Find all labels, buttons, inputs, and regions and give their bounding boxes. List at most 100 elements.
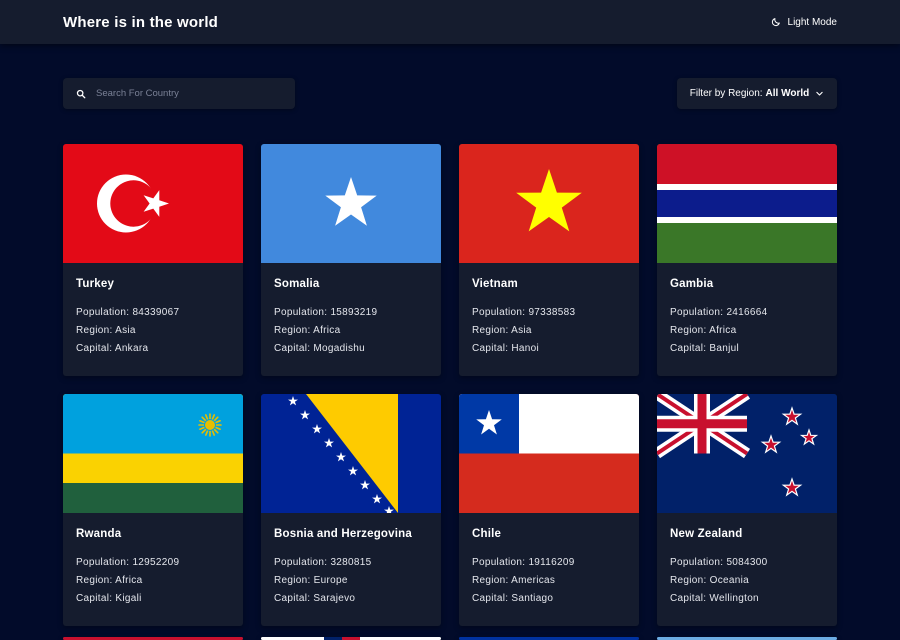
country-name: Bosnia and Herzegovina	[274, 528, 412, 540]
region-row: Region: Oceania	[670, 572, 824, 590]
region-filter-value: All World	[765, 88, 810, 99]
country-card[interactable]: Chile Population: 19116209 Region: Ameri…	[459, 394, 639, 626]
capital-label: Capital:	[76, 343, 113, 354]
population-row: Population: 19116209	[472, 554, 626, 572]
capital-value: Mogadishu	[313, 343, 366, 354]
region-value: Africa	[709, 325, 737, 336]
capital-row: Capital: Kigali	[76, 590, 230, 608]
region-label: Region:	[274, 575, 311, 586]
country-card[interactable]: New Zealand Population: 5084300 Region: …	[657, 394, 837, 626]
capital-row: Capital: Hanoi	[472, 340, 626, 358]
country-card[interactable]: Vietnam Population: 97338583 Region: Asi…	[459, 144, 639, 376]
app-title: Where is in the world	[63, 13, 219, 31]
region-label: Region:	[472, 325, 509, 336]
capital-row: Capital: Ankara	[76, 340, 230, 358]
region-label: Region:	[670, 575, 707, 586]
flag-turkey	[63, 144, 243, 263]
population-value: 12952209	[132, 557, 180, 568]
capital-label: Capital:	[472, 593, 509, 604]
population-label: Population:	[472, 557, 526, 568]
region-value: Asia	[115, 325, 136, 336]
capital-row: Capital: Wellington	[670, 590, 824, 608]
population-row: Population: 84339067	[76, 304, 230, 322]
region-label: Region:	[670, 325, 707, 336]
population-label: Population:	[274, 557, 328, 568]
region-label: Region:	[76, 575, 113, 586]
capital-label: Capital:	[274, 343, 311, 354]
country-name: Turkey	[76, 278, 115, 290]
population-row: Population: 5084300	[670, 554, 824, 572]
capital-label: Capital:	[472, 343, 509, 354]
population-value: 15893219	[330, 307, 378, 318]
region-label: Region:	[472, 575, 509, 586]
capital-value: Banjul	[709, 343, 740, 354]
region-value: Oceania	[709, 575, 750, 586]
capital-value: Kigali	[115, 593, 142, 604]
theme-toggle-label: Light Mode	[787, 16, 837, 28]
region-label: Region:	[76, 325, 113, 336]
region-label: Region:	[274, 325, 311, 336]
capital-label: Capital:	[76, 593, 113, 604]
capital-value: Ankara	[114, 343, 149, 354]
capital-value: Sarajevo	[313, 593, 356, 604]
region-row: Region: Africa	[670, 322, 824, 340]
region-row: Region: Africa	[274, 322, 428, 340]
capital-row: Capital: Santiago	[472, 590, 626, 608]
chevron-down-icon	[816, 91, 823, 96]
region-value: Africa	[313, 325, 341, 336]
capital-row: Capital: Mogadishu	[274, 340, 428, 358]
search-box[interactable]	[63, 78, 295, 109]
population-row: Population: 3280815	[274, 554, 428, 572]
country-name: Somalia	[274, 278, 320, 290]
moon-icon	[771, 18, 780, 27]
population-row: Population: 2416664	[670, 304, 824, 322]
region-value: Europe	[313, 575, 348, 586]
region-value: Americas	[511, 575, 556, 586]
flag-chile	[459, 394, 639, 513]
region-row: Region: Africa	[76, 572, 230, 590]
capital-value: Santiago	[511, 593, 554, 604]
country-name: New Zealand	[670, 528, 743, 540]
population-value: 84339067	[132, 307, 180, 318]
country-card[interactable]: Turkey Population: 84339067 Region: Asia…	[63, 144, 243, 376]
capital-label: Capital:	[274, 593, 311, 604]
capital-label: Capital:	[670, 593, 707, 604]
population-label: Population:	[76, 307, 130, 318]
flag-gambia	[657, 144, 837, 263]
population-value: 97338583	[528, 307, 576, 318]
app-header: Where is in the world Light Mode	[0, 0, 900, 44]
flag-rwanda	[63, 394, 243, 513]
population-value: 5084300	[726, 557, 768, 568]
population-label: Population:	[472, 307, 526, 318]
region-row: Region: Europe	[274, 572, 428, 590]
population-row: Population: 15893219	[274, 304, 428, 322]
capital-row: Capital: Sarajevo	[274, 590, 428, 608]
population-label: Population:	[274, 307, 328, 318]
flag-new-zealand	[657, 394, 837, 513]
population-row: Population: 12952209	[76, 554, 230, 572]
population-label: Population:	[76, 557, 130, 568]
country-card[interactable]: Gambia Population: 2416664 Region: Afric…	[657, 144, 837, 376]
country-name: Rwanda	[76, 528, 122, 540]
region-row: Region: Asia	[472, 322, 626, 340]
capital-row: Capital: Banjul	[670, 340, 824, 358]
theme-toggle-button[interactable]: Light Mode	[771, 17, 837, 28]
search-input[interactable]	[96, 88, 276, 99]
population-row: Population: 97338583	[472, 304, 626, 322]
search-icon	[76, 89, 86, 98]
population-value: 2416664	[726, 307, 768, 318]
capital-value: Wellington	[709, 593, 759, 604]
region-value: Asia	[511, 325, 532, 336]
population-label: Population:	[670, 307, 724, 318]
capital-label: Capital:	[670, 343, 707, 354]
flag-somalia	[261, 144, 441, 263]
country-name: Vietnam	[472, 278, 518, 290]
country-card[interactable]: Somalia Population: 15893219 Region: Afr…	[261, 144, 441, 376]
country-card[interactable]: Rwanda Population: 12952209 Region: Afri…	[63, 394, 243, 626]
population-label: Population:	[670, 557, 724, 568]
region-value: Africa	[115, 575, 143, 586]
country-card[interactable]: Bosnia and Herzegovina Population: 32808…	[261, 394, 441, 626]
country-name: Gambia	[670, 278, 714, 290]
population-value: 3280815	[330, 557, 372, 568]
region-filter-dropdown[interactable]: Filter by Region: All World	[677, 78, 837, 109]
